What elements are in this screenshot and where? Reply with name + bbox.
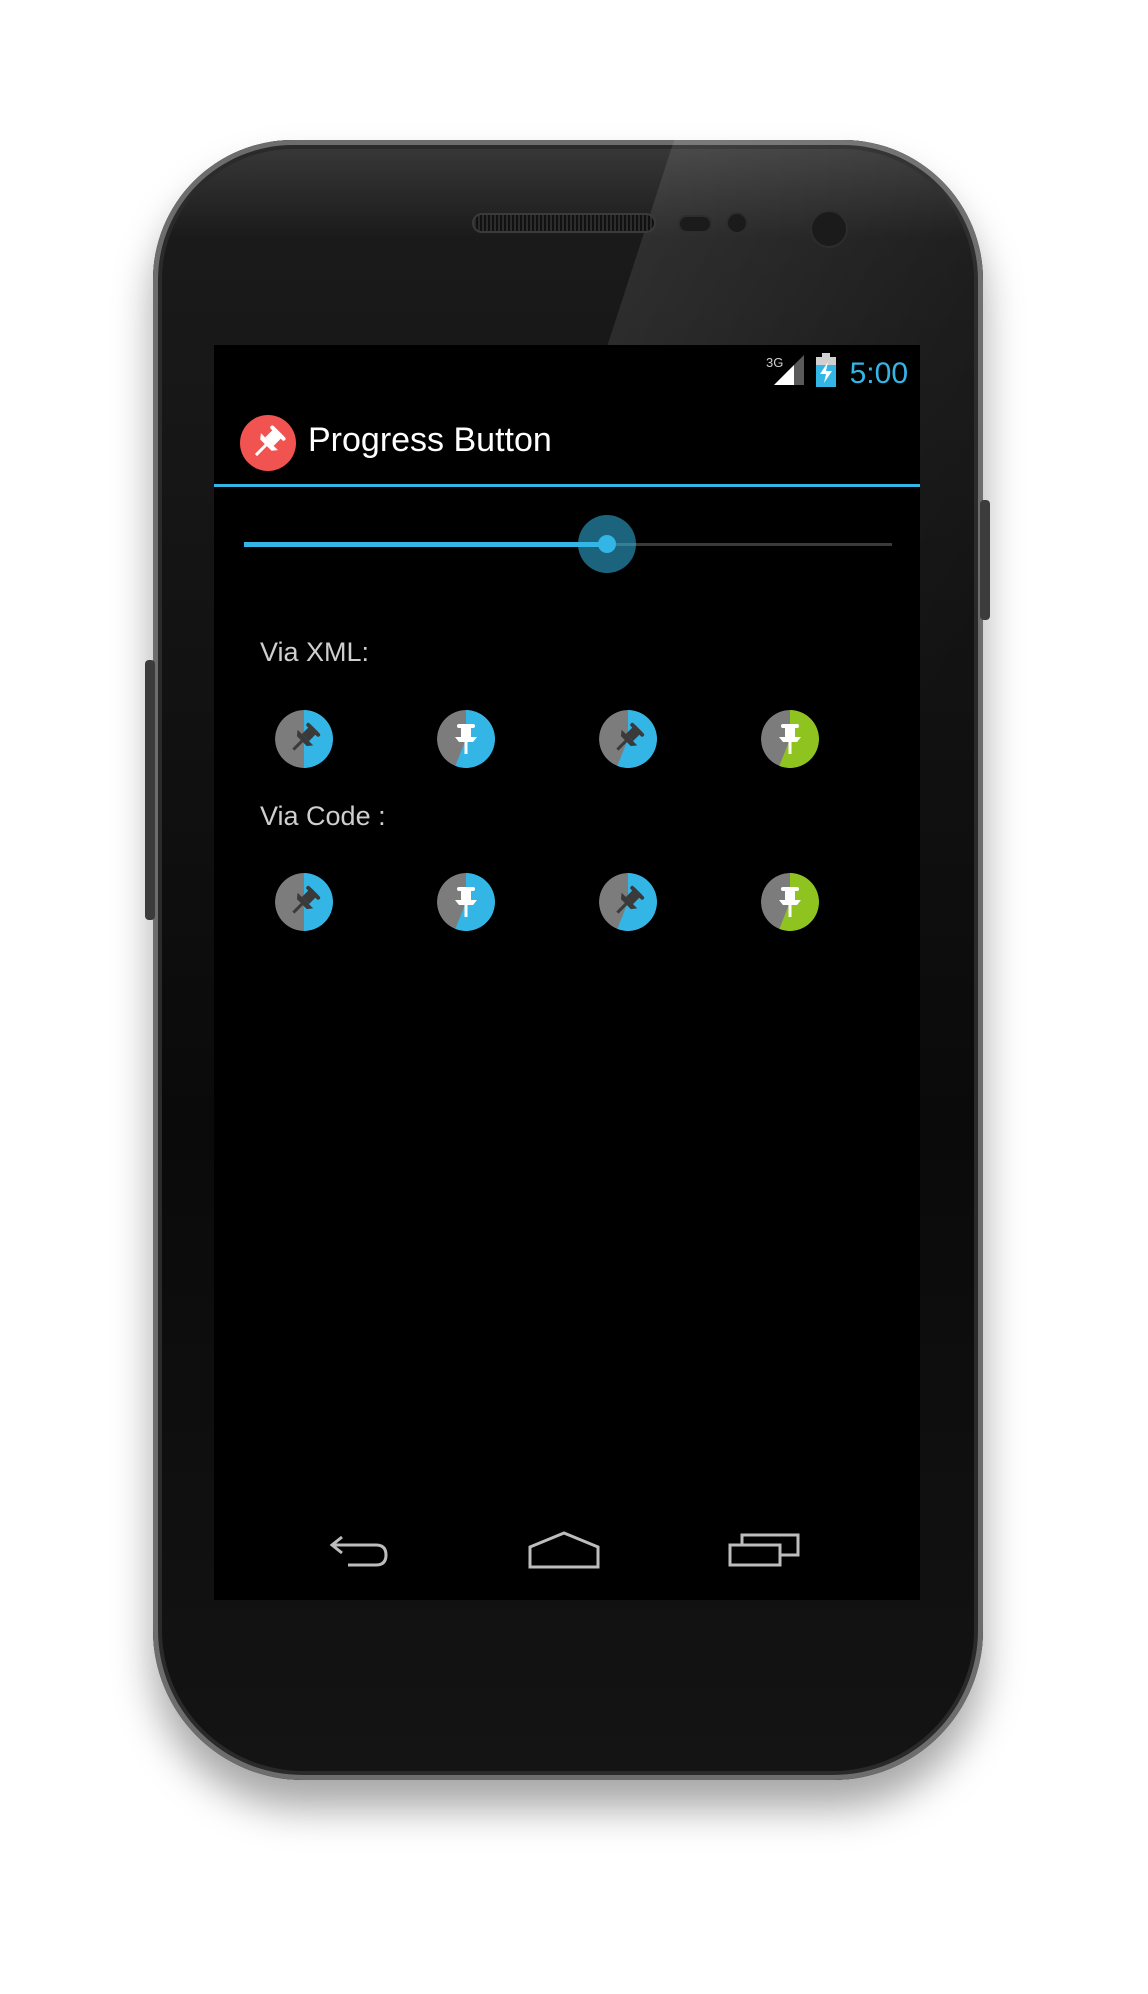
front-camera bbox=[810, 210, 848, 248]
recent-apps-button[interactable] bbox=[714, 1515, 814, 1575]
signal-icon bbox=[774, 355, 804, 385]
device-screen: 3G 5:00 Progress Button Via XML: Via Cod… bbox=[214, 345, 920, 1600]
progress-button[interactable] bbox=[599, 873, 657, 931]
progress-button[interactable] bbox=[437, 873, 495, 931]
back-button[interactable] bbox=[314, 1515, 414, 1575]
home-button[interactable] bbox=[514, 1515, 614, 1575]
progress-slider[interactable] bbox=[244, 515, 892, 575]
progress-button[interactable] bbox=[275, 873, 333, 931]
progress-button[interactable] bbox=[761, 873, 819, 931]
proximity-sensor bbox=[678, 215, 712, 233]
slider-fill bbox=[244, 542, 607, 547]
earpiece-speaker bbox=[472, 213, 656, 233]
progress-button[interactable] bbox=[437, 710, 495, 768]
slider-thumb[interactable] bbox=[577, 515, 636, 573]
status-bar: 3G 5:00 bbox=[214, 345, 920, 397]
progress-button-row bbox=[214, 710, 920, 770]
progress-button-row bbox=[214, 873, 920, 933]
pin-icon bbox=[254, 425, 286, 457]
home-icon bbox=[528, 1531, 600, 1569]
progress-button[interactable] bbox=[275, 710, 333, 768]
power-button bbox=[980, 500, 990, 620]
progress-button[interactable] bbox=[599, 710, 657, 768]
app-icon[interactable] bbox=[240, 415, 296, 471]
light-sensor bbox=[726, 212, 748, 234]
recent-apps-icon bbox=[728, 1533, 800, 1567]
volume-button bbox=[145, 660, 155, 920]
navigation-bar bbox=[214, 1515, 920, 1600]
app-title: Progress Button bbox=[308, 421, 552, 459]
back-icon bbox=[329, 1535, 388, 1567]
progress-button[interactable] bbox=[761, 710, 819, 768]
action-bar: Progress Button bbox=[214, 397, 920, 487]
status-time: 5:00 bbox=[849, 357, 908, 390]
section-label-via-code: Via Code : bbox=[260, 801, 386, 831]
battery-charging-icon bbox=[816, 353, 836, 387]
section-label-via-xml: Via XML: bbox=[260, 637, 370, 667]
